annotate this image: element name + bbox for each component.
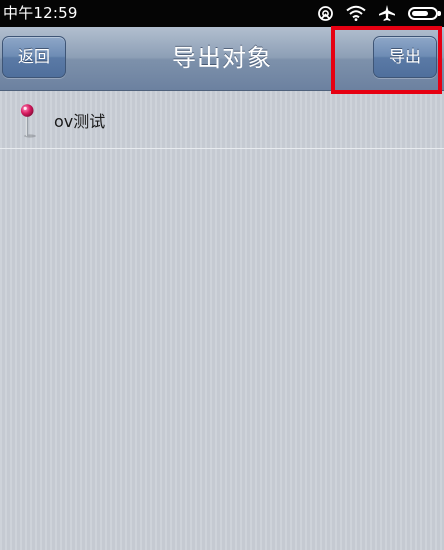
status-time: 中午12:59 [3, 4, 78, 22]
export-button[interactable]: 导出 [373, 36, 437, 78]
object-list: ov测试 [0, 92, 444, 149]
sync-icon [317, 5, 334, 22]
list-item[interactable]: ov测试 [0, 92, 444, 149]
map-pin-icon [18, 103, 38, 139]
airplane-icon [378, 4, 396, 22]
status-bar: 中午12:59 [0, 0, 444, 27]
status-icons [317, 3, 441, 23]
list-item-label: ov测试 [54, 112, 106, 131]
battery-icon [408, 6, 441, 20]
wifi-icon [346, 5, 366, 21]
back-button[interactable]: 返回 [2, 36, 66, 78]
navigation-bar: 导出对象 返回 导出 [0, 27, 444, 91]
